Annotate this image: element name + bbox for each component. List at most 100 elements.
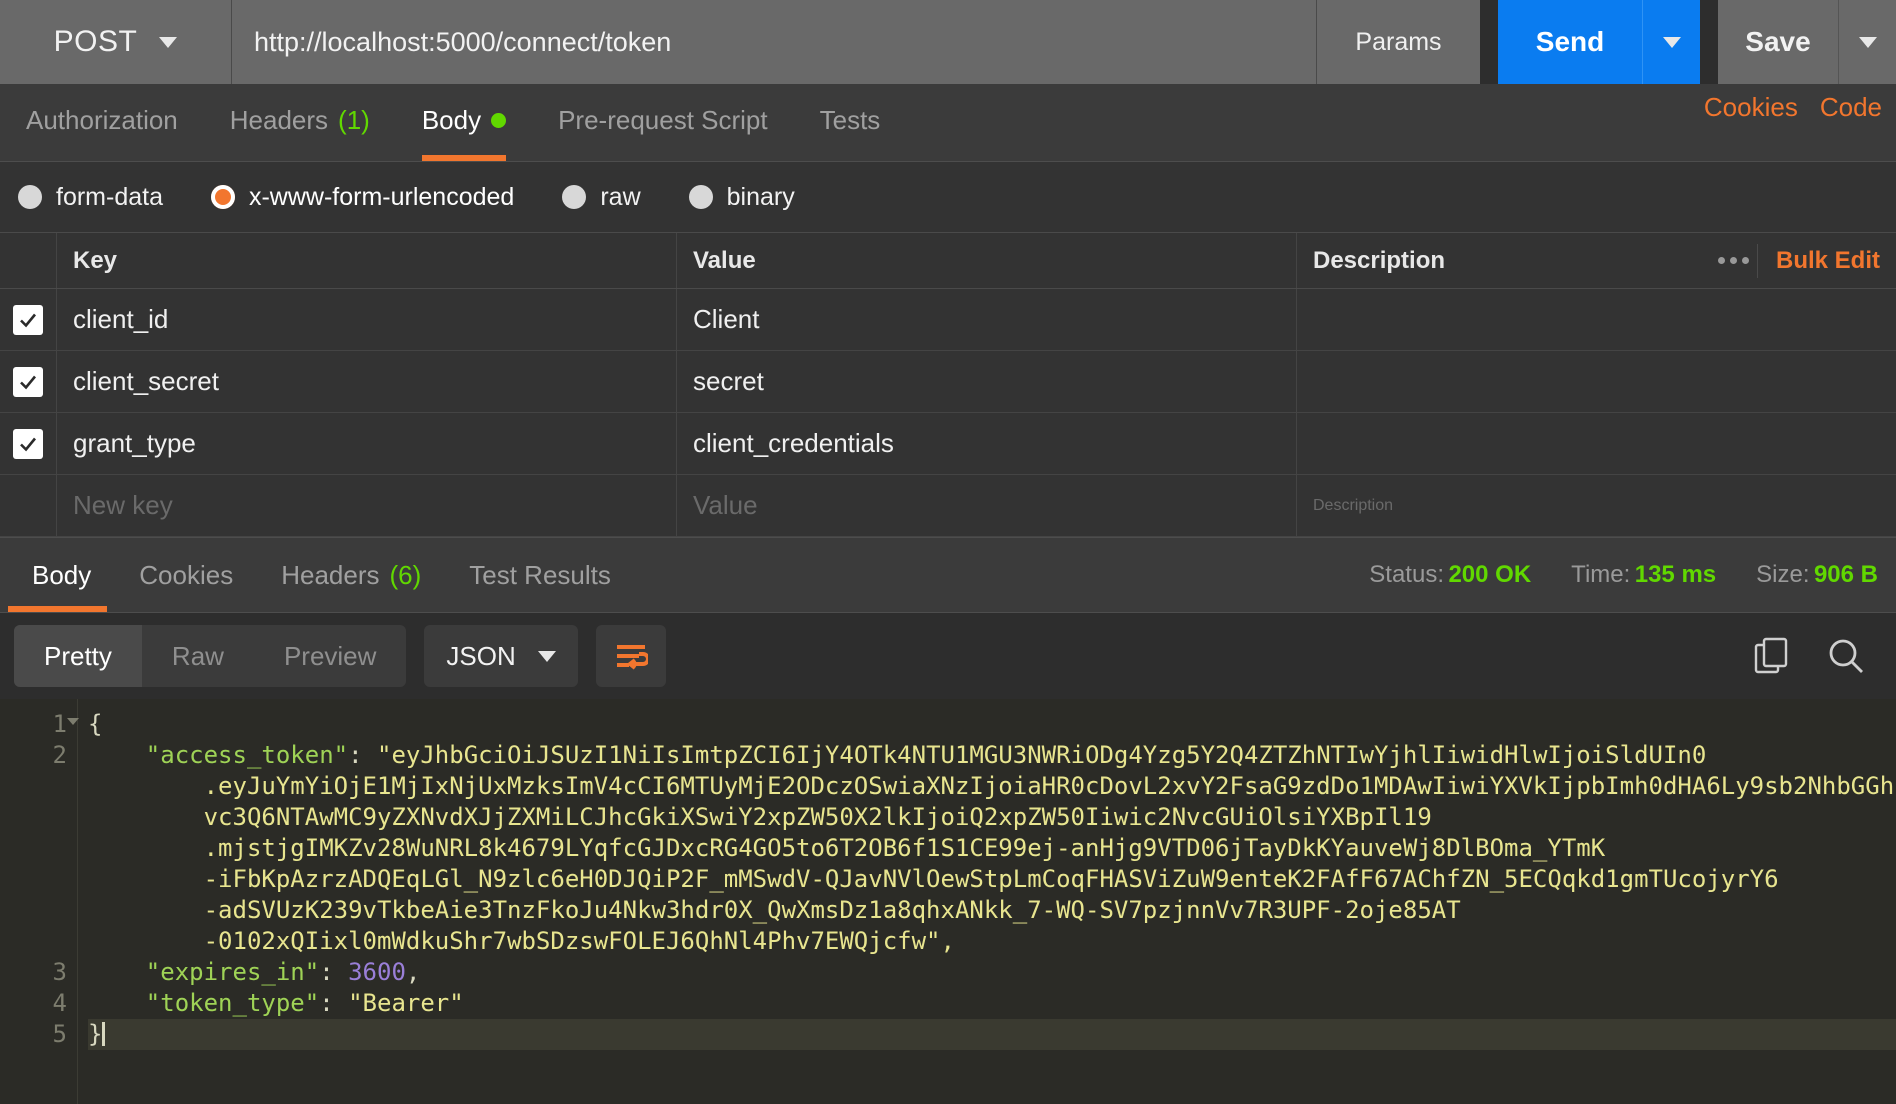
- new-value-input[interactable]: Value: [677, 475, 1297, 536]
- url-input[interactable]: http://localhost:5000/connect/token: [232, 0, 1316, 84]
- code-content[interactable]: { "access_token": "eyJhbGciOiJSUzI1NiIsI…: [78, 699, 1896, 1104]
- more-options-icon[interactable]: [1708, 243, 1758, 278]
- radio-icon: [562, 185, 587, 209]
- code-line-2-wrap-6: -0102xQIixl0mWdkuShr7wbSDzswFOLEJ6QhNl4P…: [88, 926, 1896, 957]
- save-options-button[interactable]: [1838, 0, 1896, 84]
- line-number-gutter: 1 2 3 4 5: [0, 699, 79, 1104]
- row-key[interactable]: grant_type: [57, 413, 677, 474]
- cookies-link[interactable]: Cookies: [1704, 92, 1798, 135]
- request-tabs-links: Cookies Code: [1704, 84, 1896, 161]
- radio-icon: [18, 185, 42, 209]
- checkbox-checked-icon[interactable]: [13, 366, 43, 397]
- radio-selected-icon: [210, 185, 235, 209]
- tab-label: Body: [32, 559, 92, 590]
- row-checkbox-cell: [0, 351, 57, 412]
- tab-badge: (6): [389, 559, 422, 590]
- json-key-token-type: "token_type": [145, 989, 320, 1017]
- view-pretty-button[interactable]: Pretty: [14, 625, 142, 687]
- time-meta: Time: 135 ms: [1571, 561, 1716, 589]
- tab-tests[interactable]: Tests: [794, 84, 907, 161]
- token-segment-2: vc3Q6NTAwMC9yZXNvdXJjZXMiLCJhcGkiXSwiY2x…: [203, 803, 1432, 831]
- time-label: Time:: [1571, 561, 1631, 588]
- line-number: 1: [0, 709, 79, 740]
- response-tab-headers[interactable]: Headers (6): [257, 538, 445, 612]
- table-row[interactable]: grant_type client_credentials: [0, 413, 1896, 475]
- token-segment-4: -iFbKpAzrzADQEqLGl_N9zlc6eH0DJQiP2F_mMSw…: [203, 865, 1779, 893]
- code-line-2-wrap-2: vc3Q6NTAwMC9yZXNvdXJjZXMiLCJhcGkiXSwiY2x…: [88, 802, 1896, 833]
- radio-label: raw: [600, 182, 641, 211]
- radio-raw[interactable]: raw: [562, 182, 641, 212]
- header-description: Description: [1313, 246, 1446, 274]
- search-icon: [1829, 639, 1863, 673]
- tab-label: Headers: [281, 559, 380, 590]
- tab-badge: (1): [338, 105, 370, 135]
- time-value: 135 ms: [1634, 561, 1717, 588]
- send-button[interactable]: Send: [1498, 0, 1642, 84]
- view-preview-button[interactable]: Preview: [254, 625, 406, 687]
- tab-authorization[interactable]: Authorization: [0, 84, 204, 161]
- send-options-button[interactable]: [1642, 0, 1700, 84]
- line-number: 2: [52, 741, 67, 769]
- line-continuation: [0, 833, 77, 864]
- code-line-3: "expires_in": 3600,: [88, 957, 1896, 988]
- table-row[interactable]: client_id Client: [0, 289, 1896, 351]
- radio-label: x-www-form-urlencoded: [248, 182, 515, 211]
- row-checkbox-cell: [0, 475, 57, 536]
- row-value[interactable]: Client: [677, 289, 1297, 350]
- line-continuation: [0, 926, 77, 957]
- row-key[interactable]: client_secret: [57, 351, 677, 412]
- row-value[interactable]: secret: [677, 351, 1297, 412]
- response-format-select[interactable]: JSON: [424, 625, 578, 687]
- token-segment-6: -0102xQIixl0mWdkuShr7wbSDzswFOLEJ6QhNl4P…: [203, 927, 955, 955]
- row-value[interactable]: client_credentials: [677, 413, 1297, 474]
- response-tab-body[interactable]: Body: [8, 538, 115, 612]
- chevron-down-icon: [159, 36, 178, 48]
- save-button[interactable]: Save: [1718, 0, 1838, 84]
- table-new-row[interactable]: New key Value Description: [0, 475, 1896, 537]
- response-body-code-view[interactable]: 1 2 3 4 5 { "access_token": "eyJhbGciOiJ…: [0, 699, 1896, 1104]
- http-method-selector[interactable]: POST: [0, 0, 232, 84]
- copy-icon: [1754, 637, 1788, 674]
- response-tab-cookies[interactable]: Cookies: [115, 538, 257, 612]
- radio-label: binary: [726, 182, 795, 211]
- row-key[interactable]: client_id: [57, 289, 677, 350]
- row-description[interactable]: [1297, 413, 1706, 474]
- size-value: 906 B: [1813, 561, 1878, 588]
- code-link[interactable]: Code: [1820, 92, 1882, 135]
- bulk-edit-button[interactable]: Bulk Edit: [1776, 247, 1880, 275]
- radio-x-www-form-urlencoded[interactable]: x-www-form-urlencoded: [210, 182, 515, 212]
- header-key: Key: [57, 233, 677, 288]
- copy-button[interactable]: [1752, 636, 1792, 676]
- checkbox-checked-icon[interactable]: [13, 304, 43, 335]
- table-row[interactable]: client_secret secret: [0, 351, 1896, 413]
- new-description-input[interactable]: Description: [1297, 475, 1706, 536]
- params-button[interactable]: Params: [1316, 0, 1480, 84]
- row-description[interactable]: [1297, 289, 1706, 350]
- line-number: 4: [52, 989, 67, 1017]
- token-segment-5: -adSVUzK239vTkbeAie3TnzFkoJu4Nkw3hdr0X_Q…: [203, 896, 1461, 924]
- view-raw-button[interactable]: Raw: [142, 625, 254, 687]
- word-wrap-button[interactable]: [595, 625, 666, 687]
- format-label: JSON: [446, 640, 516, 671]
- radio-form-data[interactable]: form-data: [18, 183, 163, 212]
- tab-headers[interactable]: Headers (1): [204, 84, 396, 161]
- body-type-radio-group: form-data x-www-form-urlencoded raw bina…: [0, 162, 1896, 232]
- checkbox-checked-icon[interactable]: [13, 428, 43, 459]
- tab-body[interactable]: Body: [396, 84, 532, 161]
- tab-pre-request-script[interactable]: Pre-request Script: [532, 84, 794, 161]
- fold-arrow-icon[interactable]: [67, 718, 79, 725]
- size-label: Size:: [1756, 561, 1810, 588]
- line-continuation: [0, 895, 77, 926]
- tab-label: Authorization: [26, 105, 178, 135]
- json-value-expires-in: 3600: [348, 958, 406, 986]
- radio-binary[interactable]: binary: [688, 182, 795, 212]
- row-description[interactable]: [1297, 351, 1706, 412]
- new-key-input[interactable]: New key: [57, 475, 677, 536]
- body-modified-dot-icon: [491, 113, 507, 128]
- response-tab-test-results[interactable]: Test Results: [445, 538, 635, 612]
- colon: :: [319, 989, 349, 1017]
- text-caret: [102, 1022, 106, 1046]
- search-button[interactable]: [1826, 636, 1866, 676]
- tab-label: Test Results: [469, 559, 611, 590]
- header-checkbox-cell: [0, 233, 57, 288]
